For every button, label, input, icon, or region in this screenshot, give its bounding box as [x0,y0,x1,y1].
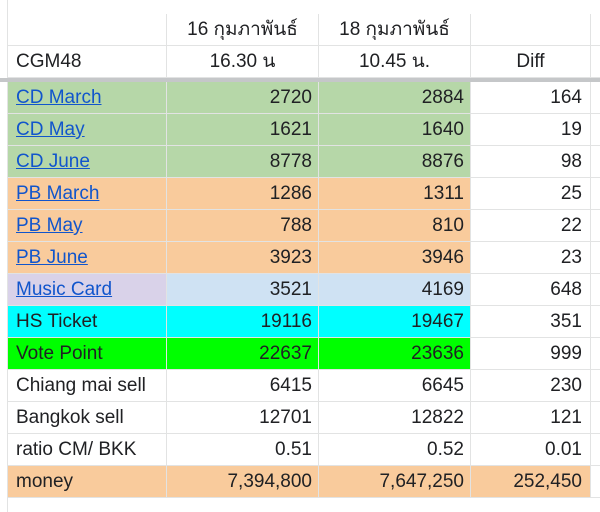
cell-value-feb18[interactable]: 0.52 [319,434,471,466]
cell-item-label[interactable]: Music Card [8,274,167,306]
cell-empty[interactable] [591,434,600,466]
cell-value-feb18[interactable]: 6645 [319,370,471,402]
cell-empty[interactable] [591,306,600,338]
cell-value-diff[interactable]: 999 [471,338,591,370]
cell-value-feb18[interactable]: 810 [319,210,471,242]
cell-value-diff[interactable]: 164 [471,82,591,114]
cell-value-diff[interactable]: 648 [471,274,591,306]
cell-link[interactable]: PB June [16,247,88,268]
cell-empty[interactable] [591,210,600,242]
header-cell-diff-top[interactable] [471,14,591,46]
cell-value-feb16[interactable]: 0.51 [167,434,319,466]
cell-link[interactable]: PB March [16,183,99,204]
cell-value-feb18[interactable]: 12822 [319,402,471,434]
cell-link[interactable]: CD May [16,119,85,140]
cell-link[interactable]: CD March [16,87,102,108]
cell-value-feb18[interactable]: 19467 [319,306,471,338]
cell-value-feb16[interactable]: 8778 [167,146,319,178]
header-cell-group[interactable]: CGM48 [8,46,167,78]
table-row: CD May 1621 1640 19 [0,114,600,146]
cell-empty[interactable] [591,370,600,402]
cell-empty[interactable] [591,274,600,306]
cell-value-diff[interactable]: 351 [471,306,591,338]
table-row: ratio CM/ BKK 0.51 0.52 0.01 [0,434,600,466]
cell-value-feb16[interactable]: 22637 [167,338,319,370]
table-row: Chiang mai sell 6415 6645 230 [0,370,600,402]
cell-link[interactable]: PB May [16,215,83,236]
cell-value-feb18[interactable]: 23636 [319,338,471,370]
table-row: Bangkok sell 12701 12822 121 [0,402,600,434]
cell-value-diff[interactable]: 230 [471,370,591,402]
table-row: PB June 3923 3946 23 [0,242,600,274]
table-row: HS Ticket 19116 19467 351 [0,306,600,338]
cell-item-label[interactable]: money [8,466,167,498]
cell-value-diff[interactable]: 23 [471,242,591,274]
cell-value-feb16[interactable]: 7,394,800 [167,466,319,498]
cell-empty[interactable] [591,114,600,146]
header-cell-time-2[interactable]: 10.45 น. [319,46,471,78]
table-row: Vote Point 22637 23636 999 [0,338,600,370]
cell-value-diff[interactable]: 252,450 [471,466,591,498]
cell-value-feb16[interactable]: 12701 [167,402,319,434]
cell-value-diff[interactable]: 121 [471,402,591,434]
header-cell-diff[interactable]: Diff [471,46,591,78]
cell-value-diff[interactable]: 0.01 [471,434,591,466]
table-row: PB March 1286 1311 25 [0,178,600,210]
cell-item-label[interactable]: CD May [8,114,167,146]
cell-value-feb16[interactable]: 788 [167,210,319,242]
cell-value-feb18[interactable]: 2884 [319,82,471,114]
cell-value-feb18[interactable]: 1640 [319,114,471,146]
header-cell-date-1[interactable]: 16 กุมภาพันธ์ [167,14,319,46]
cell-item-label[interactable]: Bangkok sell [8,402,167,434]
header-cell-label[interactable] [8,14,167,46]
cell-value-feb16[interactable]: 1286 [167,178,319,210]
table-row: money 7,394,800 7,647,250 252,450 [0,466,600,498]
cell-empty[interactable] [591,146,600,178]
cell-empty[interactable] [591,178,600,210]
cell-empty[interactable] [591,402,600,434]
cell-value-feb16[interactable]: 1621 [167,114,319,146]
cell-value-diff[interactable]: 19 [471,114,591,146]
cell-value-diff[interactable]: 22 [471,210,591,242]
cell-item-label[interactable]: CD June [8,146,167,178]
cell-value-feb18[interactable]: 3946 [319,242,471,274]
cell-item-label[interactable]: HS Ticket [8,306,167,338]
table-row: PB May 788 810 22 [0,210,600,242]
cell-value-feb16[interactable]: 3521 [167,274,319,306]
cell-empty[interactable] [591,82,600,114]
header-cell-extra[interactable] [591,14,600,46]
cell-value-feb16[interactable]: 2720 [167,82,319,114]
header-cell-extra[interactable] [591,46,600,78]
cell-link[interactable]: CD June [16,151,90,172]
cell-value-diff[interactable]: 98 [471,146,591,178]
cell-value-feb18[interactable]: 1311 [319,178,471,210]
cell-item-label[interactable]: PB May [8,210,167,242]
cell-value-feb16[interactable]: 6415 [167,370,319,402]
table-row: CD June 8778 8876 98 [0,146,600,178]
header-cell-date-2[interactable]: 18 กุมภาพันธ์ [319,14,471,46]
cell-item-label[interactable]: PB March [8,178,167,210]
cell-item-label[interactable]: CD March [8,82,167,114]
cell-item-label[interactable]: ratio CM/ BKK [8,434,167,466]
header-cell-time-1[interactable]: 16.30 น [167,46,319,78]
cell-empty[interactable] [591,466,600,498]
cell-item-label[interactable]: PB June [8,242,167,274]
cell-value-diff[interactable]: 25 [471,178,591,210]
cell-item-label[interactable]: Chiang mai sell [8,370,167,402]
table-row: CD March 2720 2884 164 [0,82,600,114]
cell-empty[interactable] [591,338,600,370]
cell-value-feb18[interactable]: 4169 [319,274,471,306]
cell-value-feb18[interactable]: 8876 [319,146,471,178]
cell-empty[interactable] [591,242,600,274]
cell-value-feb18[interactable]: 7,647,250 [319,466,471,498]
header-row-date: 16 กุมภาพันธ์ 18 กุมภาพันธ์ [0,14,600,46]
cell-item-label[interactable]: Vote Point [8,338,167,370]
cell-link[interactable]: Music Card [16,279,112,300]
header-row-time: CGM48 16.30 น 10.45 น. Diff [0,46,600,78]
table-row: Music Card 3521 4169 648 [0,274,600,306]
cell-value-feb16[interactable]: 19116 [167,306,319,338]
cell-value-feb16[interactable]: 3923 [167,242,319,274]
